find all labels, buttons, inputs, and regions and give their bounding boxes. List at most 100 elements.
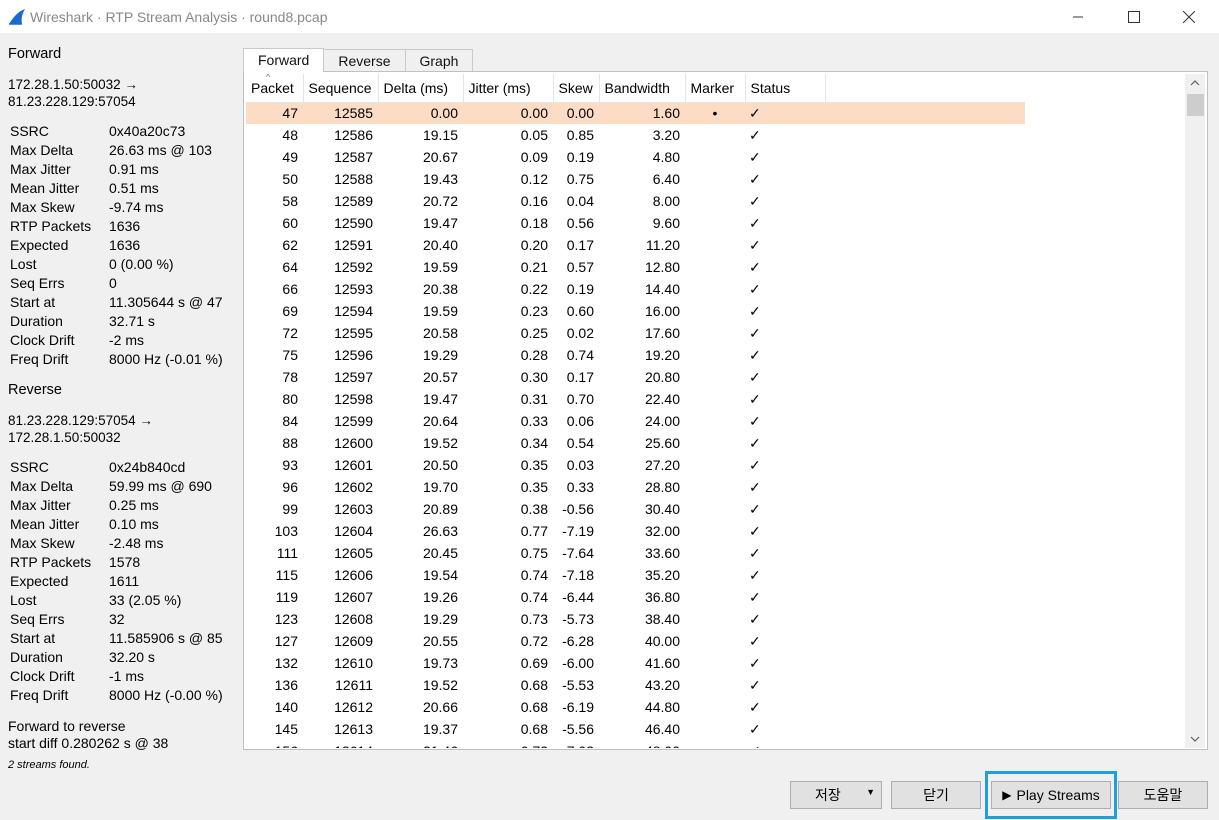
column-header-bandwidth[interactable]: Bandwidth (599, 74, 686, 103)
column-header-jitter-ms[interactable]: Jitter (ms) (463, 74, 554, 103)
cell-bandwidth: 17.60 (644, 325, 680, 341)
cell-filler (825, 322, 1025, 344)
table-row[interactable]: 88 12600 19.52 0.34 0.54 25.60 ✓ (246, 432, 1025, 454)
cell-skew: -7.19 (562, 523, 594, 539)
table-row[interactable]: 62 12591 20.40 0.20 0.17 11.20 ✓ (246, 234, 1025, 256)
cell-status: ✓ (749, 456, 761, 473)
table-row[interactable]: 119 12607 19.26 0.74 -6.44 36.80 ✓ (246, 586, 1025, 608)
cell-filler (825, 476, 1025, 498)
cell-filler (825, 300, 1025, 322)
table-row[interactable]: 66 12593 20.38 0.22 0.19 14.40 ✓ (246, 278, 1025, 300)
tab-forward[interactable]: Forward (243, 48, 325, 72)
cell-delta: 20.45 (422, 545, 458, 561)
cell-packet: 75 (282, 347, 298, 363)
scroll-down-button[interactable] (1185, 730, 1205, 748)
table-row[interactable]: 123 12608 19.29 0.73 -5.73 38.40 ✓ (246, 608, 1025, 630)
column-header-delta-ms[interactable]: Delta (ms) (378, 74, 464, 103)
stat-label: SSRC (10, 123, 49, 139)
cell-sequence: 12591 (334, 237, 373, 253)
cell-packet: 48 (282, 127, 298, 143)
cell-bandwidth: 33.60 (644, 545, 680, 561)
table-row[interactable]: 1561261421.460.73-7.0248.00 ✓ (246, 740, 1025, 749)
maximize-button[interactable] (1111, 0, 1157, 33)
table-row[interactable]: 50 12588 19.43 0.12 0.75 6.40 ✓ (246, 168, 1025, 190)
stat-value: 0x40a20c73 (109, 123, 186, 139)
cell-sequence: 12599 (334, 413, 373, 429)
scroll-up-button[interactable] (1185, 74, 1205, 92)
table-row[interactable]: 99 12603 20.89 0.38 -0.56 30.40 ✓ (246, 498, 1025, 520)
stat-row: Duration 32.20 s (10, 648, 242, 667)
help-button[interactable]: 도움말 (1118, 781, 1208, 809)
column-header-marker[interactable]: Marker (685, 74, 746, 103)
column-header-packet[interactable]: Packet ^ (246, 74, 304, 103)
column-header-sequence[interactable]: Sequence (303, 74, 379, 103)
cell-filler (825, 586, 1025, 608)
cell-status: ✓ (749, 412, 761, 429)
table-row[interactable]: 84 12599 20.64 0.33 0.06 24.00 ✓ (246, 410, 1025, 432)
cell-packet: 78 (282, 369, 298, 385)
column-header-status[interactable]: Status (745, 74, 826, 103)
table-row[interactable]: 136 12611 19.52 0.68 -5.53 43.20 ✓ (246, 674, 1025, 696)
stat-value: 8000 Hz (-0.01 %) (109, 351, 223, 367)
table-row[interactable]: 103 12604 26.63 0.77 -7.19 32.00 ✓ (246, 520, 1025, 542)
cell-jitter: 0.68 (520, 677, 548, 693)
table-row[interactable]: 96 12602 19.70 0.35 0.33 28.80 ✓ (246, 476, 1025, 498)
table-row[interactable]: 127 12609 20.55 0.72 -6.28 40.00 ✓ (246, 630, 1025, 652)
cell-jitter: 0.30 (520, 369, 548, 385)
cell-sequence: 12593 (334, 281, 373, 297)
table-row[interactable]: 93 12601 20.50 0.35 0.03 27.20 ✓ (246, 454, 1025, 476)
table-row[interactable]: 49 12587 20.67 0.09 0.19 4.80 ✓ (246, 146, 1025, 168)
cell-marker (685, 212, 745, 234)
cell-skew: -5.56 (562, 721, 594, 737)
tab-graph[interactable]: Graph (405, 49, 474, 72)
cell-sequence: 12607 (334, 589, 373, 605)
cell-jitter: 0.73 (463, 740, 553, 748)
table-row[interactable]: 140 12612 20.66 0.68 -6.19 44.80 ✓ (246, 696, 1025, 718)
table-row[interactable]: 115 12606 19.54 0.74 -7.18 35.20 ✓ (246, 564, 1025, 586)
table-row[interactable]: 145 12613 19.37 0.68 -5.56 46.40 ✓ (246, 718, 1025, 740)
table-row[interactable]: 111 12605 20.45 0.75 -7.64 33.60 ✓ (246, 542, 1025, 564)
stat-label: Mean Jitter (10, 180, 80, 196)
cell-status: ✓ (749, 236, 761, 253)
reverse-address: 81.23.228.129:57054 → 172.28.1.50:50032 (8, 413, 153, 445)
table-row[interactable]: 132 12610 19.73 0.69 -6.00 41.60 ✓ (246, 652, 1025, 674)
table-row[interactable]: 64 12592 19.59 0.21 0.57 12.80 ✓ (246, 256, 1025, 278)
table-row[interactable]: 48 12586 19.15 0.05 0.85 3.20 ✓ (246, 124, 1025, 146)
table-row[interactable]: 58 12589 20.72 0.16 0.04 8.00 ✓ (246, 190, 1025, 212)
stat-row: Start at 11.305644 s @ 47 (10, 293, 242, 312)
cell-filler (825, 146, 1025, 168)
cell-bandwidth: 41.60 (644, 655, 680, 671)
minimize-button[interactable] (1055, 0, 1101, 33)
table-row[interactable]: 75 12596 19.29 0.28 0.74 19.20 ✓ (246, 344, 1025, 366)
stat-label: Duration (10, 313, 63, 329)
cell-status: ✓ (749, 632, 761, 649)
stat-value: 1636 (109, 237, 141, 253)
cell-marker (685, 696, 745, 718)
column-header-skew[interactable]: Skew (553, 74, 600, 103)
table-row[interactable]: 80 12598 19.47 0.31 0.70 22.40 ✓ (246, 388, 1025, 410)
cell-jitter: 0.68 (520, 699, 548, 715)
cell-skew: 0.00 (553, 102, 599, 124)
cell-bandwidth: 19.20 (644, 347, 680, 363)
save-button[interactable]: 저장 ▼ (790, 781, 882, 809)
table-row[interactable]: 78 12597 20.57 0.30 0.17 20.80 ✓ (246, 366, 1025, 388)
cell-sequence: 12592 (334, 259, 373, 275)
table-row[interactable]: 69 12594 19.59 0.23 0.60 16.00 ✓ (246, 300, 1025, 322)
cell-marker (685, 410, 745, 432)
cell-delta: 20.38 (422, 281, 458, 297)
cell-status: ✓ (749, 478, 761, 495)
close-button[interactable]: 닫기 (891, 781, 981, 809)
cell-bandwidth: 43.20 (644, 677, 680, 693)
cell-packet: 145 (274, 721, 298, 737)
table-row[interactable]: 72 12595 20.58 0.25 0.02 17.60 ✓ (246, 322, 1025, 344)
table-row[interactable]: 47 12585 0.00 0.00 0.00 1.60 • ✓ (246, 102, 1025, 124)
close-window-button[interactable] (1166, 0, 1212, 33)
cell-packet: 64 (282, 259, 298, 275)
scrollbar-thumb[interactable] (1187, 94, 1204, 116)
cell-status: ✓ (749, 522, 761, 539)
wireshark-fin-icon (9, 8, 25, 25)
tab-reverse[interactable]: Reverse (324, 49, 406, 72)
cell-jitter: 0.00 (463, 102, 553, 124)
vertical-scrollbar[interactable] (1185, 74, 1205, 748)
table-row[interactable]: 60 12590 19.47 0.18 0.56 9.60 ✓ (246, 212, 1025, 234)
